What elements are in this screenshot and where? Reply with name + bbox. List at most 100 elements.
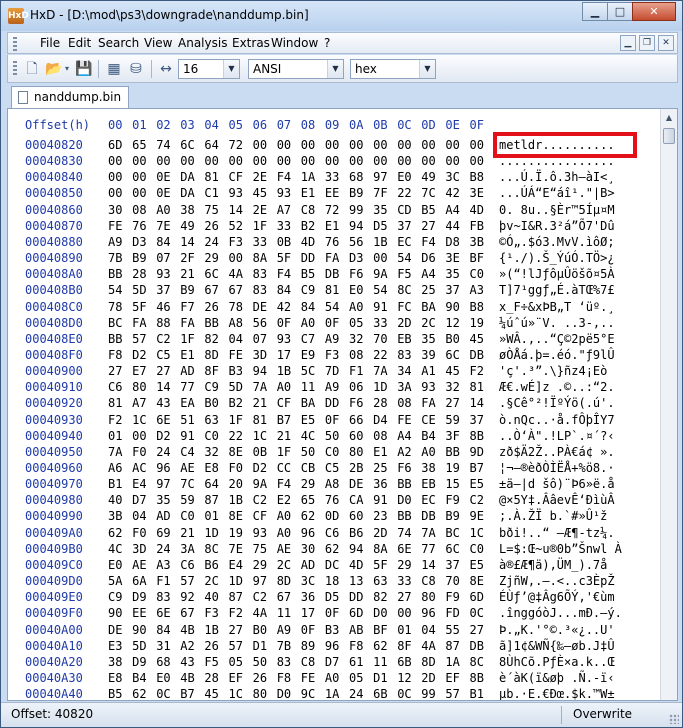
hex-byte[interactable]: D4 [373,413,387,427]
hex-byte[interactable]: 8D [204,348,218,362]
hex-byte[interactable]: 33 [277,219,291,233]
hex-byte[interactable]: 7E [156,219,170,233]
hex-byte[interactable]: 72 [229,138,243,152]
hex-byte[interactable]: 00 [397,606,411,620]
hex-byte[interactable]: 3F [445,429,459,443]
hex-byte[interactable]: 00 [132,170,146,184]
row-text[interactable]: Þ.„K.'°©.³«¿..U' [499,623,615,637]
hex-byte[interactable]: C8 [301,655,315,669]
hex-byte[interactable]: 00 [156,154,170,168]
hex-byte[interactable]: 87 [229,590,243,604]
hex-byte[interactable]: 87 [445,639,459,653]
chevron-down-icon[interactable]: ▼ [223,60,239,78]
hex-byte[interactable]: B9 [445,509,459,523]
hex-byte[interactable]: DB [470,348,484,362]
hex-byte[interactable]: 94 [349,219,363,233]
hex-byte[interactable]: 45 [470,332,484,346]
hex-byte[interactable]: 66 [349,413,363,427]
hex-byte[interactable]: E5 [470,477,484,491]
row-text[interactable]: »WÂ.‚..“Ç©2pë5°E [499,332,615,346]
hex-byte[interactable]: F3 [229,235,243,249]
hex-byte[interactable]: AE [132,558,146,572]
hex-byte[interactable]: AB [349,623,363,637]
hex-byte[interactable]: DD [349,590,363,604]
hex-byte[interactable]: 12 [445,316,459,330]
hex-byte[interactable]: 91 [373,493,387,507]
hex-byte[interactable]: 1A [325,687,339,700]
hex-byte[interactable]: 00 [397,138,411,152]
hex-byte[interactable]: 64 [204,138,218,152]
hex-byte[interactable]: C9 [301,283,315,297]
hex-byte[interactable]: C6 [325,526,339,540]
hex-byte[interactable]: B6 [349,526,363,540]
hex-byte[interactable]: B6 [204,558,218,572]
hex-byte[interactable]: 37 [470,413,484,427]
hex-byte[interactable]: D1 [253,639,267,653]
hex-byte[interactable]: 43 [156,396,170,410]
hex-byte[interactable]: DC [325,558,339,572]
hex-byte[interactable]: 55 [445,623,459,637]
hex-byte[interactable]: 5F [277,251,291,265]
hex-byte[interactable]: 64 [204,477,218,491]
hex-byte[interactable]: 8C [397,283,411,297]
hex-byte[interactable]: C0 [325,445,339,459]
hex-byte[interactable]: 42 [277,300,291,314]
hex-byte[interactable]: 04 [229,332,243,346]
hex-byte[interactable]: A9 [108,235,122,249]
hex-byte[interactable]: 26 [204,639,218,653]
hex-byte[interactable]: 81 [325,283,339,297]
hex-byte[interactable]: B4 [421,429,435,443]
hex-byte[interactable]: 78 [229,300,243,314]
hex-byte[interactable]: 1F [229,413,243,427]
hex-byte[interactable]: F5 [397,267,411,281]
hex-byte[interactable]: B0 [445,332,459,346]
hex-byte[interactable]: 1F [180,332,194,346]
hex-byte[interactable]: 8A [373,542,387,556]
hex-byte[interactable]: 65 [132,138,146,152]
hex-byte[interactable]: 19 [445,461,459,475]
row-text[interactable]: x_F÷&xÞB„T ‘üº.¸ [499,300,615,314]
hex-byte[interactable]: 57 [229,639,243,653]
resize-grip[interactable] [669,714,679,724]
hex-byte[interactable]: DE [349,477,363,491]
hex-byte[interactable]: 32 [349,332,363,346]
hex-byte[interactable]: 00 [108,170,122,184]
hex-byte[interactable]: B3 [229,364,243,378]
hex-byte[interactable]: D7 [132,493,146,507]
hex-byte[interactable]: 39 [421,348,435,362]
toolbar-grip[interactable] [13,61,17,77]
hex-byte[interactable]: 0F [277,316,291,330]
hex-byte[interactable]: 3E [470,186,484,200]
title-bar[interactable]: HxD HxD - [D:\mod\ps3\downgrade\nanddump… [1,1,682,31]
vertical-scrollbar[interactable]: ▲ [660,109,677,700]
hex-byte[interactable]: 36 [301,590,315,604]
hex-byte[interactable]: 00 [229,251,243,265]
menu-analysis[interactable]: Analysis [178,36,227,50]
hex-byte[interactable]: A3 [156,558,170,572]
hex-byte[interactable]: 42 [445,186,459,200]
hex-byte[interactable]: 3B [108,509,122,523]
scroll-up-icon[interactable]: ▲ [661,109,677,126]
hex-byte[interactable]: D2 [156,429,170,443]
hex-byte[interactable]: C2 [253,590,267,604]
hex-byte[interactable]: 9E [470,509,484,523]
hex-byte[interactable]: 1B [277,364,291,378]
hex-byte[interactable]: C9 [108,590,122,604]
hex-byte[interactable]: FB [470,219,484,233]
hex-byte[interactable]: 12 [397,671,411,685]
hex-byte[interactable]: F0 [132,526,146,540]
hex-byte[interactable]: 26 [204,300,218,314]
hex-byte[interactable]: 00 [301,154,315,168]
row-text[interactable]: ¦¬–®èðÒÌËÅ+%ö8.· [499,461,615,475]
hex-byte[interactable]: 04 [421,623,435,637]
hex-byte[interactable]: BB [204,316,218,330]
hex-byte[interactable]: 6E [397,542,411,556]
hex-byte[interactable]: 75 [253,542,267,556]
hex-byte[interactable]: FE [301,671,315,685]
hex-byte[interactable]: D3 [132,235,146,249]
hex-byte[interactable]: 50 [301,445,315,459]
hex-byte[interactable]: CF [229,170,243,184]
hex-byte[interactable]: 96 [325,639,339,653]
hex-byte[interactable]: E1 [325,219,339,233]
hex-byte[interactable]: 6D [349,606,363,620]
